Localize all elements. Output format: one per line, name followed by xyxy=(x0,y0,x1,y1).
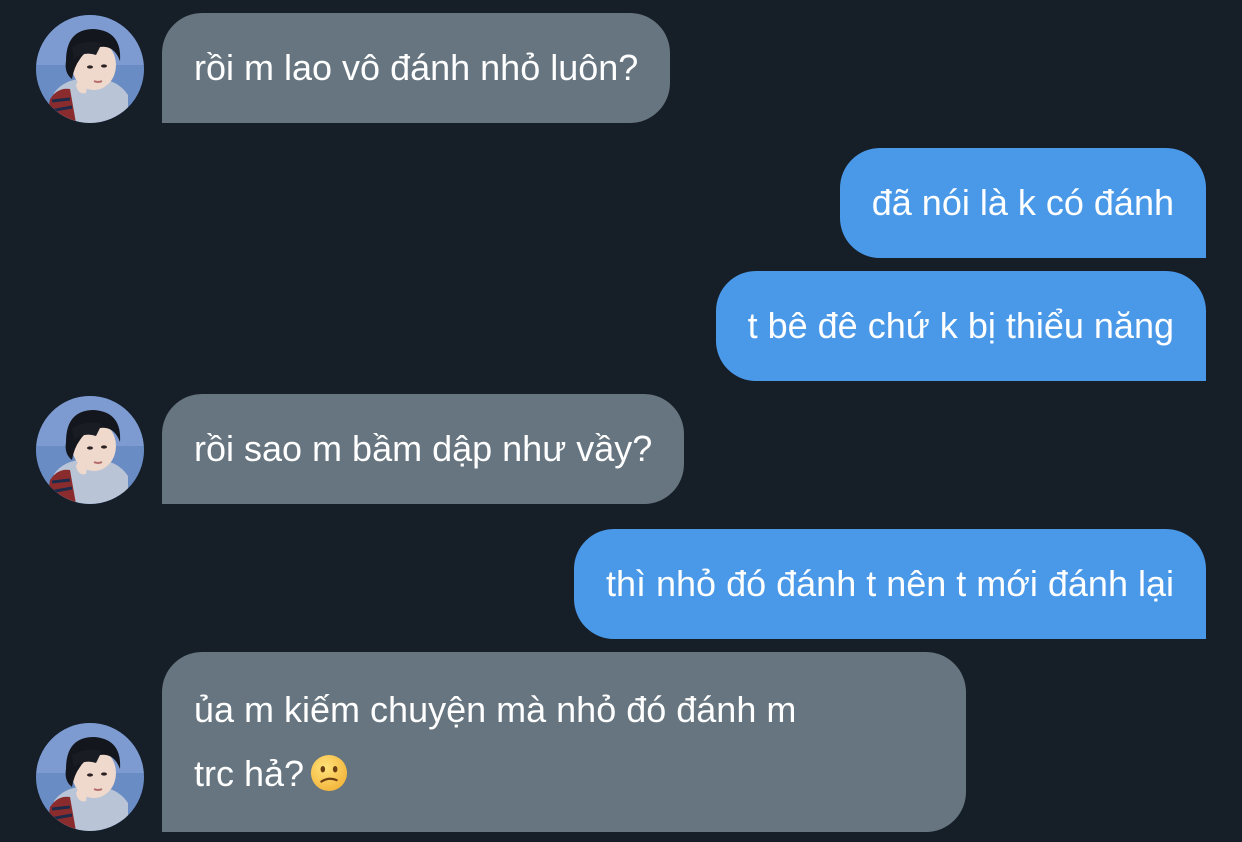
message-text: trc hả? xyxy=(194,753,305,794)
message-text: thì nhỏ đó đánh t nên t mới đánh lại xyxy=(605,563,1174,604)
outgoing-message-bubble[interactable]: đã nói là k có đánh xyxy=(839,148,1206,258)
message-text: t bê đê chứ k bị thiểu năng xyxy=(747,305,1174,346)
incoming-message-bubble[interactable]: ủa m kiếm chuyện mà nhỏ đó đánh m trc hả… xyxy=(162,652,966,832)
chat-thread: rồi m lao vô đánh nhỏ luôn? đã nói là k … xyxy=(0,0,1242,842)
contact-avatar[interactable] xyxy=(36,396,144,504)
message-text-line: trc hả? xyxy=(194,742,934,806)
contact-avatar[interactable] xyxy=(36,723,144,831)
confused-face-emoji-icon xyxy=(311,754,348,792)
contact-avatar[interactable] xyxy=(36,15,144,123)
message-text-line: ủa m kiếm chuyện mà nhỏ đó đánh m xyxy=(194,689,797,730)
message-text: rồi m lao vô đánh nhỏ luôn? xyxy=(194,47,639,88)
outgoing-message-bubble[interactable]: t bê đê chứ k bị thiểu năng xyxy=(715,271,1206,381)
message-text: rồi sao m bầm dập như vầy? xyxy=(194,428,653,469)
message-text: đã nói là k có đánh xyxy=(871,182,1174,223)
incoming-message-bubble[interactable]: rồi m lao vô đánh nhỏ luôn? xyxy=(162,13,671,123)
incoming-message-bubble[interactable]: rồi sao m bầm dập như vầy? xyxy=(162,394,685,504)
outgoing-message-bubble[interactable]: thì nhỏ đó đánh t nên t mới đánh lại xyxy=(573,529,1206,639)
